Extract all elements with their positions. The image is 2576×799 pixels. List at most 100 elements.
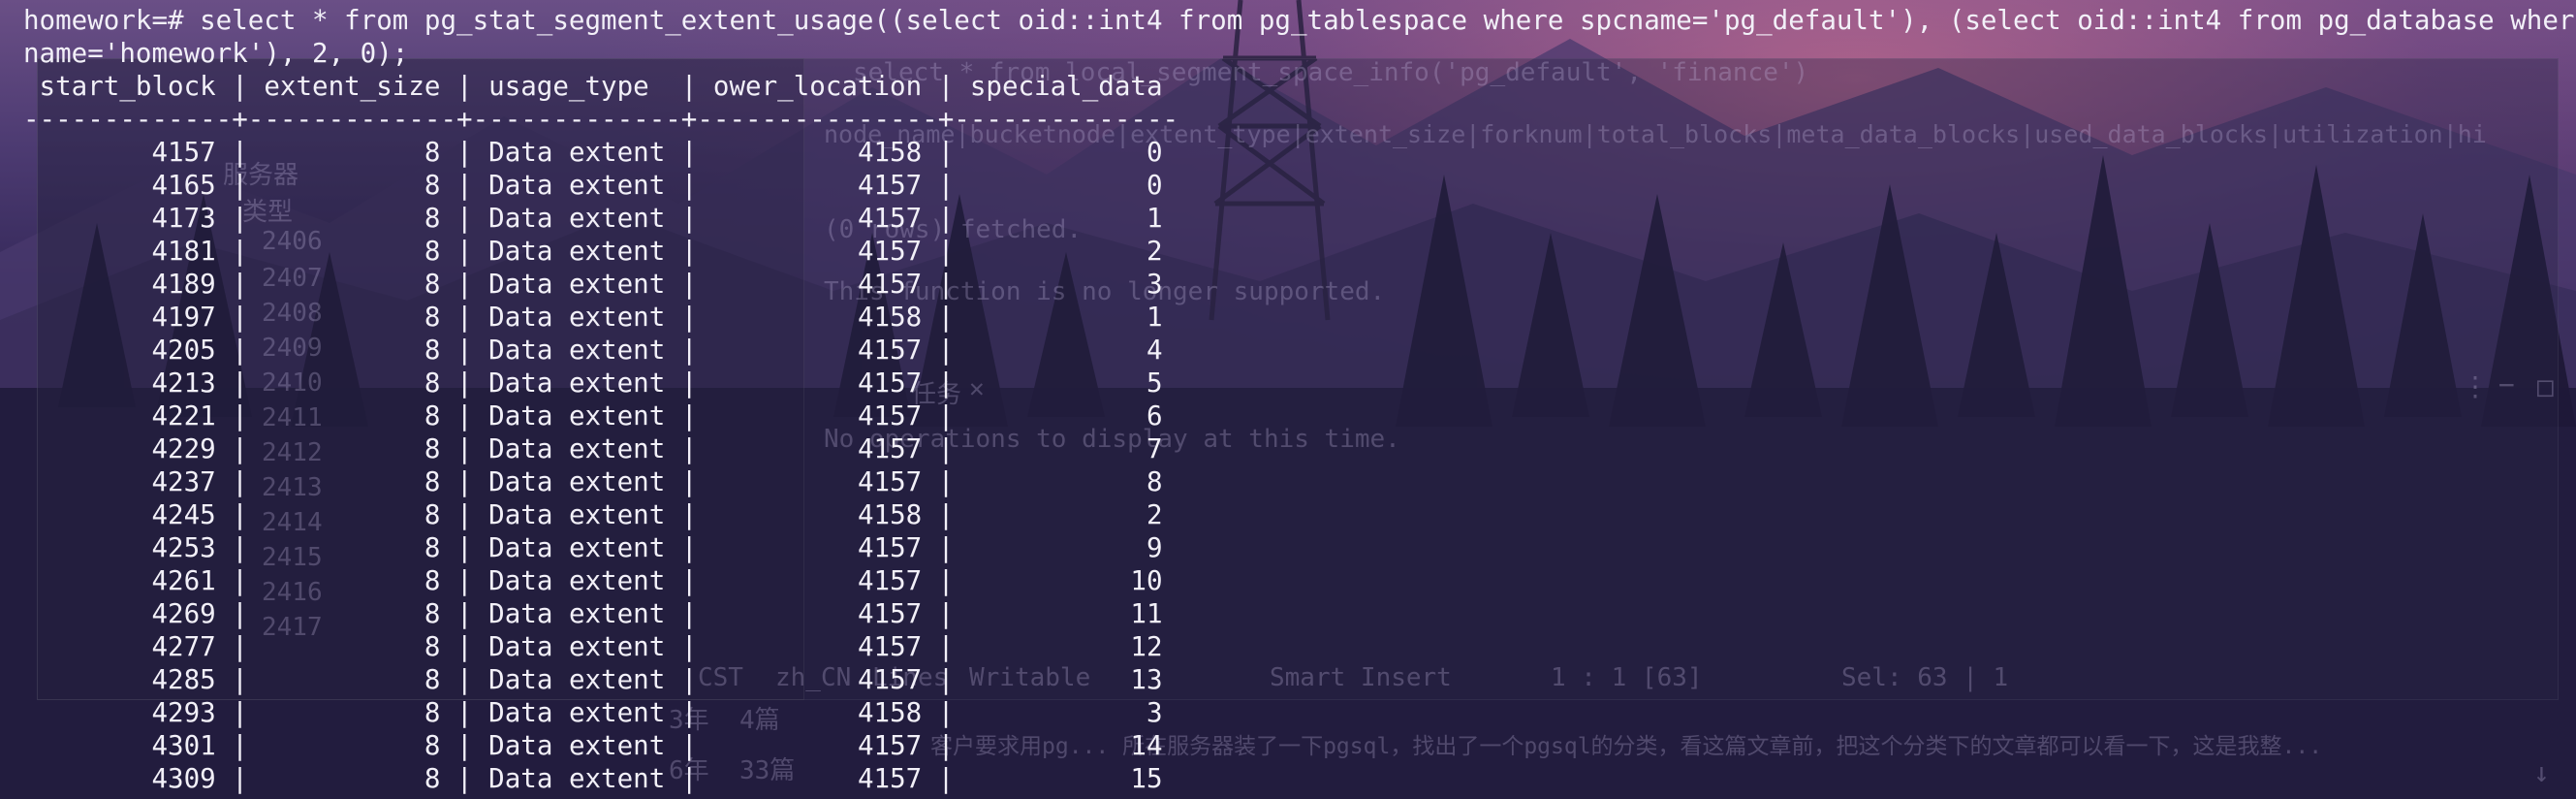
cell-usage-type: Data extent [488,598,666,629]
cell-special-data: 6 [969,400,1163,431]
column-separator: | [215,137,265,168]
column-separator: | [440,236,489,267]
cell-extent-size: 8 [264,203,441,234]
table-divider: -------------+-------------+------------… [23,104,1179,135]
column-separator: | [922,335,970,366]
cell-usage-type: Data extent [488,697,666,728]
cell-special-data: 1 [969,203,1163,234]
column-separator: | [665,368,713,399]
cell-usage-type: Data extent [488,269,666,300]
cell-special-data: 13 [969,664,1163,695]
cell-start-block: 4213 [23,368,216,399]
column-separator: | [440,433,489,464]
cell-usage-type: Data extent [488,236,666,267]
column-separator: | [440,730,489,761]
cell-ower-location: 4157 [712,598,923,629]
column-separator: | [440,532,489,563]
column-separator: | [665,499,713,530]
column-separator: | [215,763,265,794]
column-separator: | [440,664,489,695]
cell-special-data: 7 [969,433,1163,464]
table-row: 4221 | 8 | Data extent | 4157 | 6 [23,400,2576,432]
column-separator: | [215,664,265,695]
table-row: 4253 | 8 | Data extent | 4157 | 9 [23,531,2576,564]
column-separator: | [215,302,265,333]
command-line: homework=# select * from pg_stat_segment… [23,5,2576,36]
cell-extent-size: 8 [264,532,441,563]
column-separator: | [215,433,265,464]
cell-special-data: 8 [969,466,1163,497]
cell-extent-size: 8 [264,433,441,464]
cell-extent-size: 8 [264,137,441,168]
cell-special-data: 2 [969,499,1163,530]
table-row: 4213 | 8 | Data extent | 4157 | 5 [23,367,2576,400]
cell-special-data: 3 [969,269,1163,300]
cell-ower-location: 4158 [712,302,923,333]
terminal-output: homework=# select * from pg_stat_segment… [23,4,2576,795]
column-separator: | [665,137,713,168]
cell-usage-type: Data extent [488,499,666,530]
column-separator: | [440,368,489,399]
table-row: 4245 | 8 | Data extent | 4158 | 2 [23,498,2576,531]
cell-special-data: 15 [969,763,1163,794]
cell-extent-size: 8 [264,269,441,300]
column-separator: | [665,433,713,464]
cell-extent-size: 8 [264,302,441,333]
cell-usage-type: Data extent [488,203,666,234]
cell-ower-location: 4157 [712,466,923,497]
column-separator: | [922,368,970,399]
table-row: 4309 | 8 | Data extent | 4157 | 15 [23,762,2576,795]
cell-ower-location: 4157 [712,335,923,366]
table-row: 4165 | 8 | Data extent | 4157 | 0 [23,169,2576,202]
column-separator: | [665,170,713,201]
column-separator: | [440,565,489,596]
cell-special-data: 2 [969,236,1163,267]
cell-start-block: 4221 [23,400,216,431]
table-row: 4173 | 8 | Data extent | 4157 | 1 [23,202,2576,235]
cell-start-block: 4269 [23,598,216,629]
cell-usage-type: Data extent [488,565,666,596]
cell-ower-location: 4157 [712,170,923,201]
cell-special-data: 10 [969,565,1163,596]
column-separator: | [922,433,970,464]
table-row: 4229 | 8 | Data extent | 4157 | 7 [23,432,2576,465]
column-separator: | [922,730,970,761]
column-separator: | [665,697,713,728]
table-row: 4285 | 8 | Data extent | 4157 | 13 [23,663,2576,696]
column-separator: | [665,466,713,497]
cell-usage-type: Data extent [488,400,666,431]
column-separator: | [665,400,713,431]
cell-ower-location: 4157 [712,532,923,563]
column-separator: | [665,763,713,794]
cell-ower-location: 4157 [712,368,923,399]
column-separator: | [440,697,489,728]
cell-start-block: 4245 [23,499,216,530]
cell-usage-type: Data extent [488,664,666,695]
cell-ower-location: 4158 [712,697,923,728]
table-row: 4197 | 8 | Data extent | 4158 | 1 [23,301,2576,334]
cell-start-block: 4157 [23,137,216,168]
table-row: 4293 | 8 | Data extent | 4158 | 3 [23,696,2576,729]
cell-special-data: 0 [969,170,1163,201]
cell-extent-size: 8 [264,335,441,366]
cell-start-block: 4293 [23,697,216,728]
cell-start-block: 4237 [23,466,216,497]
cell-usage-type: Data extent [488,631,666,662]
column-separator: | [922,400,970,431]
table-row: 4205 | 8 | Data extent | 4157 | 4 [23,334,2576,367]
cell-extent-size: 8 [264,466,441,497]
cell-usage-type: Data extent [488,137,666,168]
cell-extent-size: 8 [264,499,441,530]
cell-ower-location: 4157 [712,203,923,234]
column-separator: | [922,763,970,794]
cell-ower-location: 4158 [712,499,923,530]
column-separator: | [922,466,970,497]
cell-start-block: 4181 [23,236,216,267]
cell-ower-location: 4157 [712,664,923,695]
column-separator: | [440,631,489,662]
column-separator: | [665,302,713,333]
column-separator: | [215,565,265,596]
column-separator: | [665,598,713,629]
cell-special-data: 0 [969,137,1163,168]
table-header: start_block | extent_size | usage_type |… [23,71,1179,102]
